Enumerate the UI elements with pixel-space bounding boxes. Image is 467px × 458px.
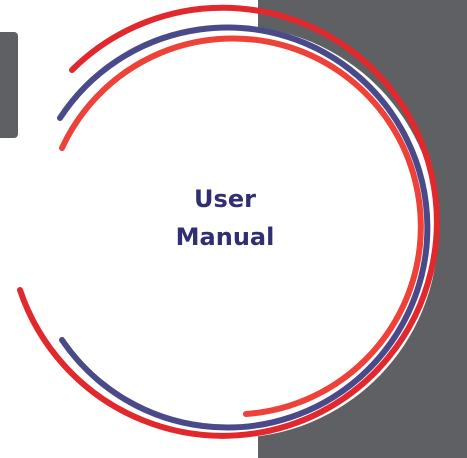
title-line-2: Manual bbox=[175, 223, 275, 251]
cover-title: User Manual bbox=[140, 180, 310, 256]
manual-cover: User Manual bbox=[0, 0, 467, 458]
title-line-1: User bbox=[194, 185, 256, 213]
